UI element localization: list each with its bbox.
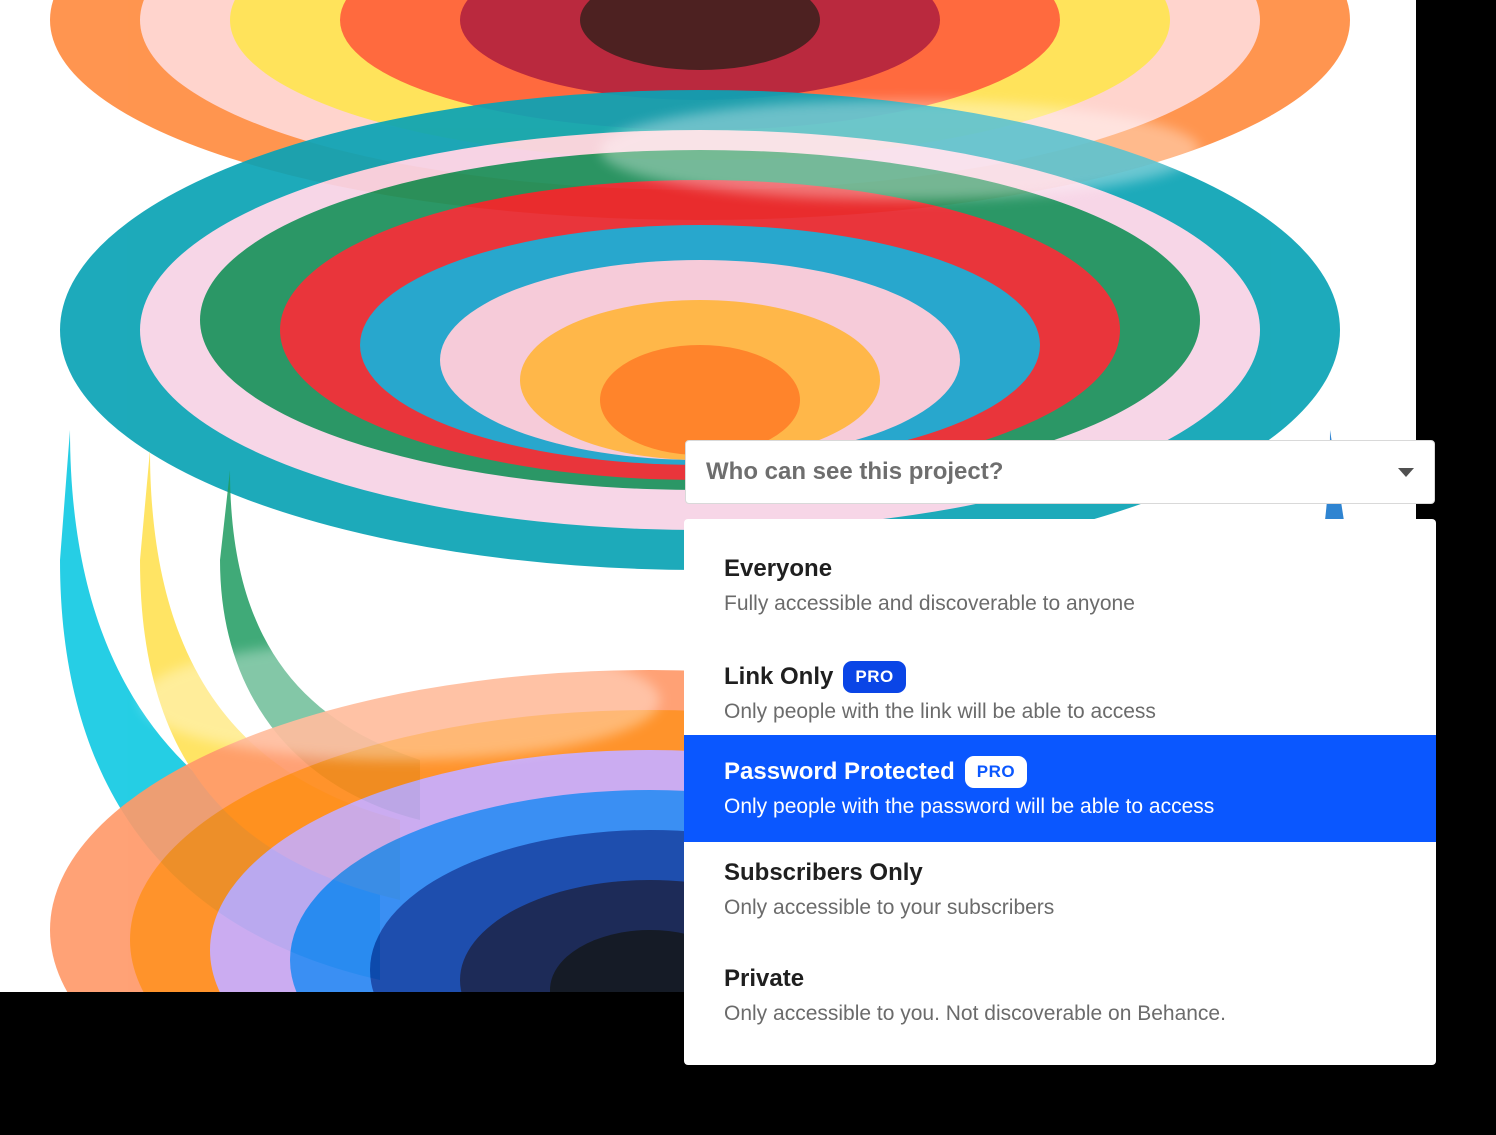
option-link-only[interactable]: Link Only PRO Only people with the link … (684, 642, 1436, 735)
option-description: Only people with the password will be ab… (724, 795, 1215, 818)
option-title: Password Protected (724, 758, 955, 785)
option-everyone[interactable]: Everyone Fully accessible and discoverab… (684, 534, 1436, 642)
option-title: Private (724, 965, 805, 992)
option-password-protected[interactable]: Password Protected PRO Only people with … (684, 735, 1436, 842)
option-title: Link Only (724, 663, 834, 690)
option-title: Subscribers Only (724, 859, 923, 886)
option-subscribers-only[interactable]: Subscribers Only Only accessible to your… (684, 842, 1436, 944)
option-description: Fully accessible and discoverable to any… (724, 592, 1135, 615)
visibility-options-menu: Everyone Fully accessible and discoverab… (684, 519, 1436, 1065)
pro-badge: PRO (843, 661, 906, 693)
option-title: Everyone (724, 555, 833, 582)
visibility-select[interactable]: Who can see this project? (685, 440, 1435, 504)
option-description: Only accessible to your subscribers (724, 896, 1055, 919)
caret-down-icon[interactable] (1398, 468, 1414, 477)
option-description: Only accessible to you. Not discoverable… (724, 1002, 1226, 1025)
option-description: Only people with the link will be able t… (724, 700, 1156, 723)
option-private[interactable]: Private Only accessible to you. Not disc… (684, 944, 1436, 1052)
pro-badge: PRO (964, 756, 1028, 788)
visibility-select-label: Who can see this project? (706, 458, 1004, 485)
